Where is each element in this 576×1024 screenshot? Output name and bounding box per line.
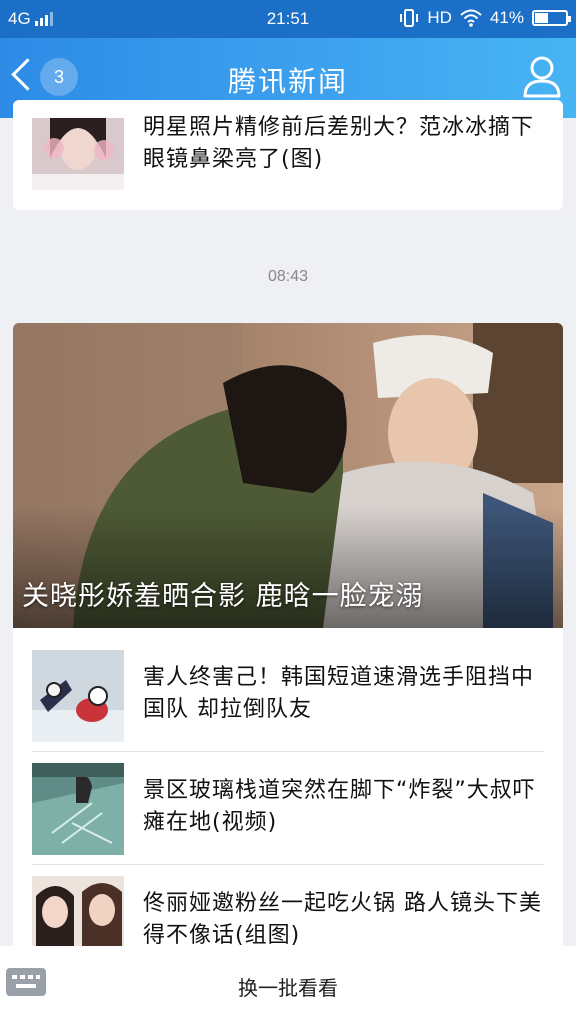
- featured-caption[interactable]: 关晓彤娇羞晒合影 鹿晗一脸宠溺: [22, 574, 424, 613]
- news-headline[interactable]: 佟丽娅邀粉丝一起吃火锅 路人镜头下美得不像话(组图): [143, 888, 543, 946]
- divider: [32, 864, 544, 865]
- news-thumbnail: [32, 876, 124, 948]
- status-icons: HD 41%: [399, 8, 571, 28]
- divider: [32, 751, 544, 752]
- page-title: 腾讯新闻: [227, 65, 348, 98]
- news-thumbnail: [32, 118, 124, 190]
- news-thumbnail: [32, 763, 124, 855]
- news-headline[interactable]: 明星照片精修前后差别大？范冰冰摘下眼镜鼻梁亮了(图): [143, 112, 538, 176]
- battery-icon: [532, 10, 571, 26]
- news-thumbnail: [32, 650, 124, 742]
- news-headline[interactable]: 害人终害己！韩国短道速滑选手阻挡中国队 却拉倒队友: [143, 662, 538, 726]
- user-profile-icon[interactable]: [522, 54, 562, 98]
- news-headline[interactable]: 景区玻璃栈道突然在脚下“炸裂”大叔吓瘫在地(视频): [143, 775, 538, 839]
- wifi-icon: [460, 9, 482, 27]
- status-bar: 4G 21:51 HD 41%: [0, 0, 576, 38]
- vibrate-icon: [400, 9, 419, 27]
- hd-label: HD: [427, 8, 452, 27]
- refresh-more-button[interactable]: 换一批看看: [0, 972, 576, 1001]
- battery-percent: 41%: [489, 8, 524, 27]
- timestamp: 08:43: [267, 268, 309, 285]
- bottom-bar: 换一批看看: [0, 946, 576, 1024]
